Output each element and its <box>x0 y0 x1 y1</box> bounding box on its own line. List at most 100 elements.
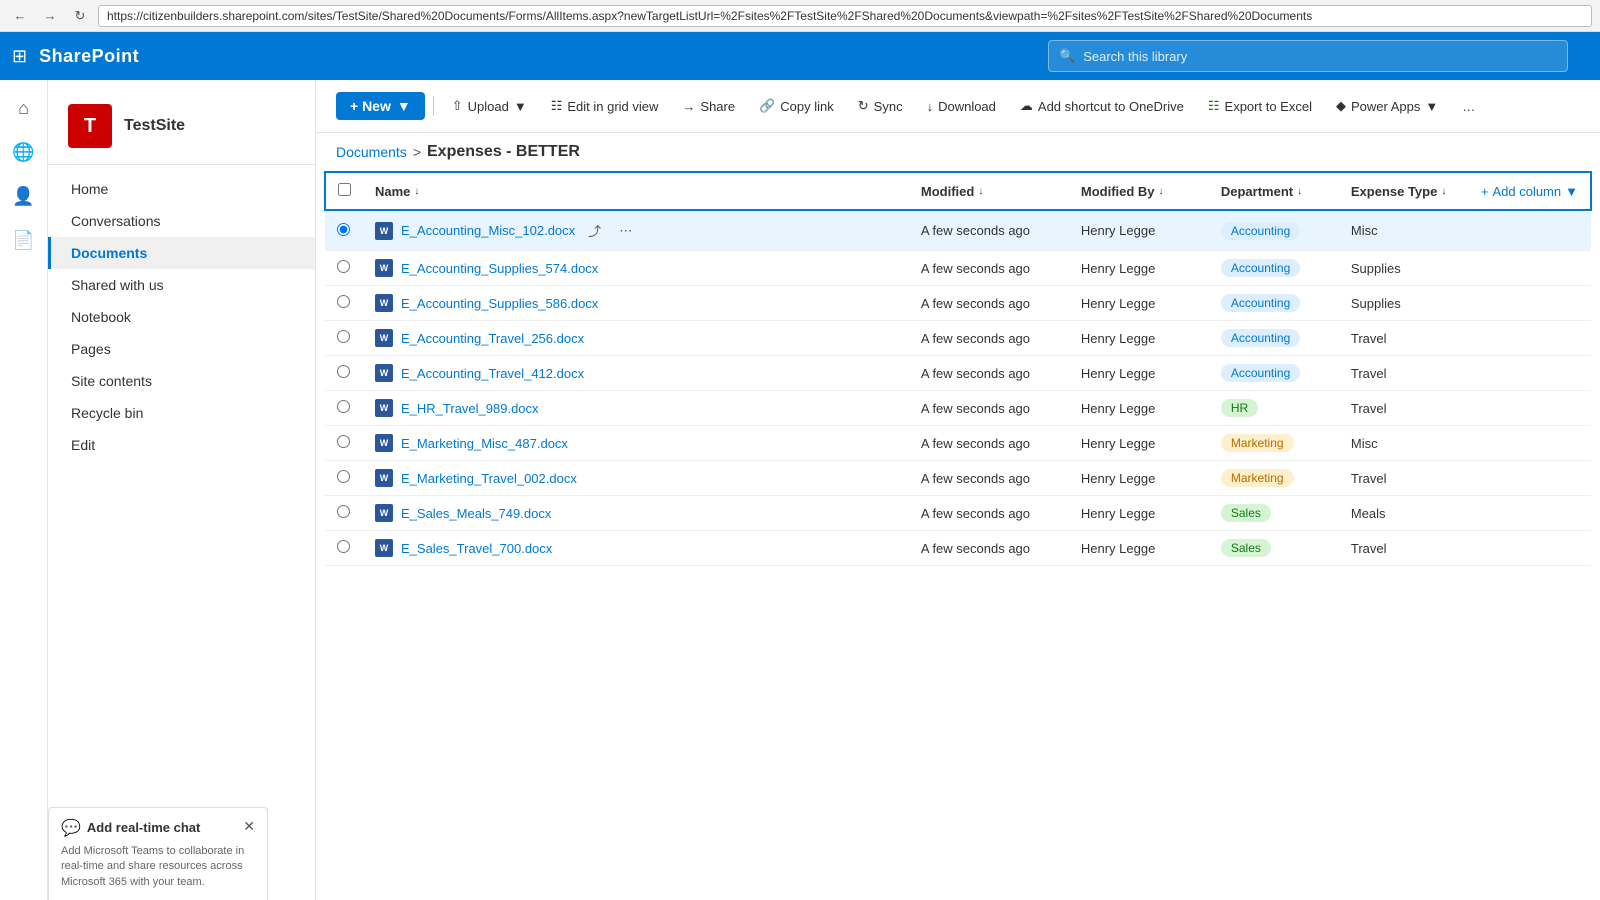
chat-title-row: 💬 Add real-time chat <box>61 818 200 838</box>
sidebar-item-shared[interactable]: Shared with us <box>48 269 315 301</box>
sidebar-item-conversations[interactable]: Conversations <box>48 205 315 237</box>
brand-label: SharePoint <box>39 46 139 67</box>
breadcrumb-separator: > <box>413 144 421 160</box>
th-addcolumn[interactable]: + Add column ▼ <box>1469 172 1591 210</box>
edit-grid-button[interactable]: ☷ Edit in grid view <box>541 92 669 120</box>
global-user-icon[interactable]: 👤 <box>4 176 44 216</box>
th-modifiedby[interactable]: Modified By ↓ <box>1069 172 1209 210</box>
row-select-radio[interactable] <box>337 400 350 413</box>
th-name[interactable]: Name ↓ <box>363 172 909 210</box>
department-badge: Accounting <box>1221 329 1300 347</box>
file-name-link[interactable]: E_Sales_Meals_749.docx <box>401 506 551 521</box>
row-expensetype-cell: Travel <box>1339 356 1469 391</box>
row-select-radio[interactable] <box>337 365 350 378</box>
table-header: Name ↓ Modified ↓ Modifi <box>325 172 1591 210</box>
sidebar-item-notebook[interactable]: Notebook <box>48 301 315 333</box>
file-name-link[interactable]: E_Sales_Travel_700.docx <box>401 541 552 556</box>
row-checkbox-cell <box>325 251 363 286</box>
download-icon: ↓ <box>927 99 934 114</box>
upload-button[interactable]: ⇧ Upload ▼ <box>442 92 537 120</box>
name-sort-icon: ↓ <box>414 186 419 197</box>
new-button-label: + New <box>350 98 391 114</box>
file-name-link[interactable]: E_Accounting_Travel_256.docx <box>401 331 584 346</box>
table-row: WE_Accounting_Supplies_574.docxA few sec… <box>325 251 1591 286</box>
select-all-header[interactable] <box>325 172 363 210</box>
table-body: W E_Accounting_Misc_102.docx ⤴ ⋯ A few secon… <box>325 210 1591 566</box>
breadcrumb-parent[interactable]: Documents <box>336 144 407 160</box>
file-name-link[interactable]: E_Accounting_Supplies_574.docx <box>401 261 598 276</box>
file-name-link[interactable]: E_Marketing_Travel_002.docx <box>401 471 577 486</box>
row-empty-cell <box>1469 356 1591 391</box>
row-select-radio[interactable] <box>337 330 350 343</box>
th-modifiedby-label: Modified By <box>1081 184 1155 199</box>
sidebar-item-recycle[interactable]: Recycle bin <box>48 397 315 429</box>
add-column-button[interactable]: + Add column ▼ <box>1481 184 1578 199</box>
row-select-radio[interactable] <box>337 470 350 483</box>
global-home-icon[interactable]: ⌂ <box>4 88 44 128</box>
url-bar[interactable] <box>98 5 1592 27</box>
global-note-icon[interactable]: 📄 <box>4 220 44 260</box>
row-department-cell: Accounting <box>1209 251 1339 286</box>
share-icon: → <box>682 99 695 114</box>
select-all-checkbox[interactable] <box>338 183 351 196</box>
th-modified[interactable]: Modified ↓ <box>909 172 1069 210</box>
sync-button[interactable]: ↻ Sync <box>848 92 913 120</box>
search-bar[interactable]: 🔍 Search this library <box>1048 40 1568 72</box>
row-department-cell: Marketing <box>1209 426 1339 461</box>
edit-grid-label: Edit in grid view <box>567 99 658 114</box>
row-department-cell: HR <box>1209 391 1339 426</box>
forward-button[interactable]: → <box>38 4 62 28</box>
row-select-radio[interactable] <box>337 260 350 273</box>
toolbar: + New ▼ ⇧ Upload ▼ ☷ Edit in grid view →… <box>316 80 1600 133</box>
row-select-radio[interactable] <box>337 223 350 236</box>
global-globe-icon[interactable]: 🌐 <box>4 132 44 172</box>
power-apps-icon: ◆ <box>1336 98 1346 114</box>
share-button[interactable]: → Share <box>672 93 745 120</box>
row-modifiedby-cell: Henry Legge <box>1069 356 1209 391</box>
sidebar-item-documents[interactable]: Documents <box>48 237 315 269</box>
row-name-cell: W E_Accounting_Travel_412.docx <box>363 356 909 391</box>
th-department[interactable]: Department ↓ <box>1209 172 1339 210</box>
row-modified-cell: A few seconds ago <box>909 356 1069 391</box>
add-shortcut-button[interactable]: ☁ Add shortcut to OneDrive <box>1010 92 1194 120</box>
refresh-button[interactable]: ↻ <box>68 4 92 28</box>
download-button[interactable]: ↓ Download <box>917 93 1006 120</box>
sync-icon: ↻ <box>858 98 869 114</box>
file-name-link[interactable]: E_Accounting_Misc_102.docx <box>401 223 575 238</box>
copy-link-button[interactable]: 🔗 Copy link <box>749 92 844 120</box>
row-select-radio[interactable] <box>337 505 350 518</box>
table-row: WE_Marketing_Travel_002.docxA few second… <box>325 461 1591 496</box>
sidebar-item-edit[interactable]: Edit <box>48 429 315 461</box>
row-select-radio[interactable] <box>337 435 350 448</box>
row-modified-cell: A few seconds ago <box>909 426 1069 461</box>
file-name-link[interactable]: E_Accounting_Supplies_586.docx <box>401 296 598 311</box>
sidebar-item-pages[interactable]: Pages <box>48 333 315 365</box>
row-share-button[interactable]: ⤴ <box>583 219 606 242</box>
more-icon: … <box>1462 99 1475 114</box>
sidebar-item-sitecontents[interactable]: Site contents <box>48 365 315 397</box>
row-select-radio[interactable] <box>337 295 350 308</box>
row-more-button[interactable]: ⋯ <box>614 221 637 241</box>
sidebar-item-home[interactable]: Home <box>48 173 315 205</box>
row-select-radio[interactable] <box>337 540 350 553</box>
row-modified-cell: A few seconds ago <box>909 461 1069 496</box>
export-excel-button[interactable]: ☷ Export to Excel <box>1198 92 1322 120</box>
file-name-link[interactable]: E_HR_Travel_989.docx <box>401 401 539 416</box>
file-name-link[interactable]: E_Marketing_Misc_487.docx <box>401 436 568 451</box>
row-name-cell: WE_Marketing_Travel_002.docx <box>363 461 909 496</box>
row-modified-cell: A few seconds ago <box>909 531 1069 566</box>
file-name-link[interactable]: E_Accounting_Travel_412.docx <box>401 366 584 381</box>
main-layout: ⌂ 🌐 👤 📄 T TestSite Home Conversations Do… <box>0 80 1600 900</box>
row-checkbox-cell <box>325 356 363 391</box>
power-apps-button[interactable]: ◆ Power Apps ▼ <box>1326 92 1448 120</box>
word-doc-icon: W <box>375 364 393 382</box>
table-row: W E_Accounting_Travel_412.docx A few secon… <box>325 356 1591 391</box>
waffle-icon[interactable]: ⊞ <box>12 46 27 67</box>
more-button[interactable]: … <box>1452 93 1485 120</box>
new-button[interactable]: + New ▼ <box>336 92 425 120</box>
row-department-cell: Accounting <box>1209 356 1339 391</box>
th-expensetype[interactable]: Expense Type ↓ <box>1339 172 1469 210</box>
back-button[interactable]: ← <box>8 4 32 28</box>
chat-close-button[interactable]: ✕ <box>243 818 255 835</box>
department-sort-icon: ↓ <box>1297 186 1302 197</box>
